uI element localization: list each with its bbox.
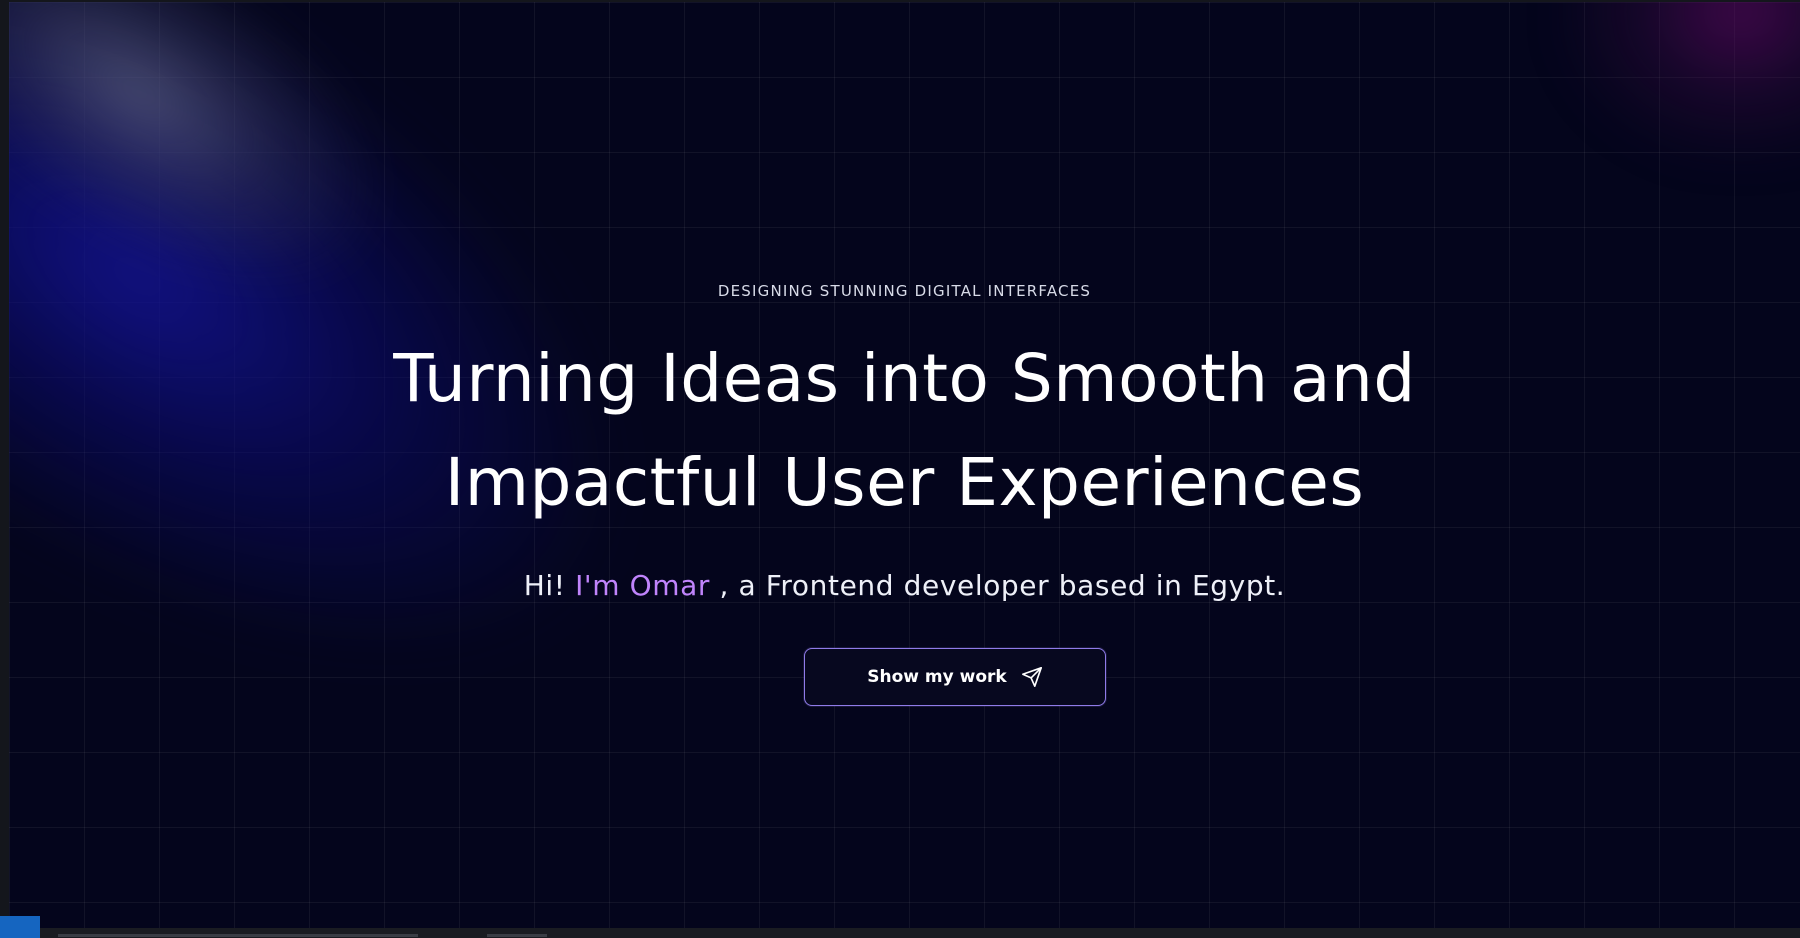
hero-section: DESIGNING STUNNING DIGITAL INTERFACES Tu…: [9, 2, 1800, 928]
hero-intro: Hi! I'm Omar , a Frontend developer base…: [9, 569, 1800, 602]
taskbar-start-accent: [0, 916, 40, 938]
paper-plane-icon: [1021, 666, 1043, 688]
taskbar-tab: [58, 934, 418, 937]
taskbar-tab: [487, 934, 547, 937]
headline-line-2: Impactful User Experiences: [444, 444, 1365, 521]
intro-name: I'm Omar: [575, 569, 710, 602]
intro-prefix: Hi!: [523, 569, 576, 602]
show-my-work-label: Show my work: [867, 667, 1007, 687]
headline-line-1: Turning Ideas into Smooth and: [393, 340, 1416, 417]
hero-eyebrow: DESIGNING STUNNING DIGITAL INTERFACES: [717, 282, 1092, 300]
show-my-work-button[interactable]: Show my work: [804, 648, 1106, 706]
window-frame: DESIGNING STUNNING DIGITAL INTERFACES Tu…: [0, 0, 1800, 938]
intro-suffix: , a Frontend developer based in Egypt.: [710, 569, 1286, 602]
hero-headline: Turning Ideas into Smooth and Impactful …: [9, 327, 1800, 535]
magenta-glow: [1560, 2, 1800, 162]
